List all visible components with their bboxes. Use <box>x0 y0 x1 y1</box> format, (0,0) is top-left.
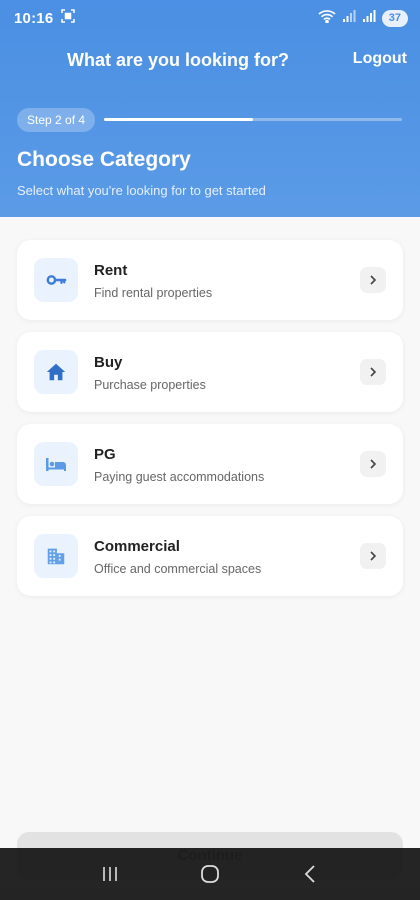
category-description: Office and commercial spaces <box>94 562 262 576</box>
category-title: PG <box>94 446 116 463</box>
category-title: Commercial <box>94 538 180 555</box>
signal-icon <box>362 9 376 28</box>
logout-button[interactable]: Logout <box>353 50 407 68</box>
building-icon <box>34 534 78 578</box>
category-title: Buy <box>94 354 123 371</box>
system-navigation-bar <box>0 848 420 900</box>
category-card-buy[interactable]: Buy Purchase properties <box>17 332 403 412</box>
recents-button[interactable] <box>90 854 130 894</box>
category-list: Rent Find rental properties Buy Purchase… <box>17 240 403 608</box>
category-title: Rent <box>94 262 128 279</box>
chevron-right-icon <box>360 267 386 293</box>
progress-bar <box>104 118 402 121</box>
category-card-rent[interactable]: Rent Find rental properties <box>17 240 403 320</box>
page-subtitle: Select what you're looking for to get st… <box>17 183 266 198</box>
status-time: 10:16 <box>14 9 54 27</box>
page-title: Choose Category <box>17 148 191 171</box>
category-description: Purchase properties <box>94 378 206 392</box>
header: 10:16 37 What are you looking for? Logou… <box>0 0 420 217</box>
screenshot-icon <box>61 8 76 28</box>
step-indicator: Step 2 of 4 <box>17 108 96 132</box>
chevron-right-icon <box>360 359 386 385</box>
chevron-right-icon <box>360 451 386 477</box>
status-bar: 10:16 37 <box>0 0 420 36</box>
bed-icon <box>34 442 78 486</box>
category-description: Find rental properties <box>94 286 213 300</box>
home-icon <box>34 350 78 394</box>
page-heading: What are you looking for? <box>66 50 289 70</box>
home-button[interactable] <box>190 854 230 894</box>
signal-icon <box>342 9 356 28</box>
battery-icon: 37 <box>381 9 408 27</box>
wifi-icon <box>318 9 336 28</box>
category-description: Paying guest accommodations <box>94 470 265 484</box>
chevron-right-icon <box>360 543 386 569</box>
progress-fill <box>104 118 253 121</box>
category-card-pg[interactable]: PG Paying guest accommodations <box>17 424 403 504</box>
key-icon <box>34 258 78 302</box>
category-card-commercial[interactable]: Commercial Office and commercial spaces <box>17 516 403 596</box>
back-button[interactable] <box>290 854 330 894</box>
app-bar: What are you looking for? Logout <box>0 44 420 78</box>
